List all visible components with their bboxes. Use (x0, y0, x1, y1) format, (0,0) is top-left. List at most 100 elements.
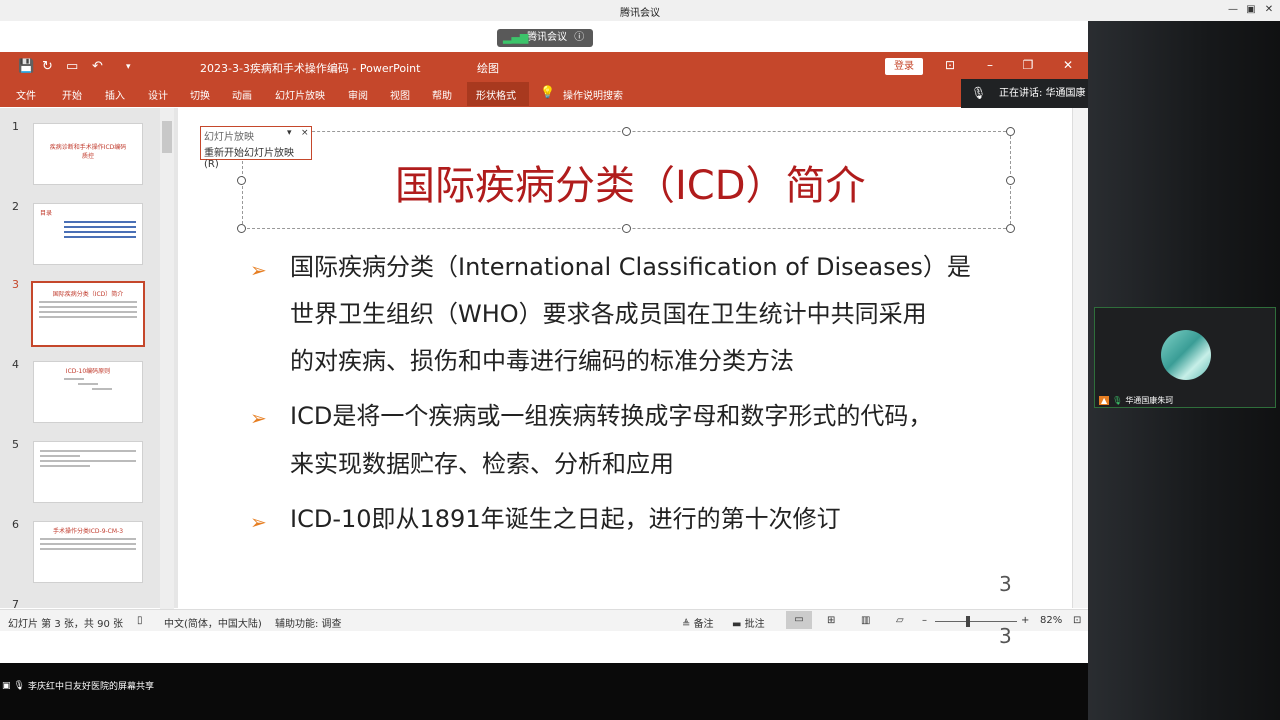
microphone-icon: 🎙 (971, 86, 987, 100)
notes-button[interactable]: ≜ 备注 (682, 615, 714, 630)
resize-handle[interactable] (237, 176, 246, 185)
thumbnail-scrollbar[interactable] (160, 108, 174, 610)
zoom-slider-knob[interactable] (966, 616, 970, 627)
resize-handle[interactable] (1006, 176, 1015, 185)
ribbon-display-icon[interactable]: ⊡ (942, 58, 958, 72)
language-indicator[interactable]: 中文(简体，中国大陆) (164, 615, 262, 630)
thumbnail-scroll-thumb[interactable] (162, 121, 172, 153)
tell-me-search[interactable]: 操作说明搜索 (563, 87, 623, 102)
mic-icon: 🎙 (13, 680, 25, 691)
avatar (1161, 330, 1211, 380)
speaking-label: 正在讲话: 华通国康 (999, 88, 1086, 99)
zoom-level[interactable]: 82% (1040, 615, 1062, 626)
tab-slideshow[interactable]: 幻灯片放映 (275, 87, 325, 102)
thumb-title: ICD-10编码原则 (65, 368, 111, 375)
thumb-number: 2 (12, 200, 19, 213)
thumb-number: 1 (12, 120, 19, 133)
status-bar: 幻灯片 第 3 张，共 90 张 ▯ 中文(简体，中国大陆) 辅助功能: 调查 … (0, 609, 1088, 631)
signal-icon: ▂▄▆ (503, 31, 529, 44)
popup-dropdown-icon[interactable]: ▾ (287, 128, 292, 138)
close-button[interactable]: ✕ (1262, 3, 1276, 17)
ppt-close-icon[interactable]: ✕ (1060, 58, 1076, 72)
thumb-title: 疾病诊断和手术操作ICD编码质控 (49, 144, 127, 160)
presenter-icon: ▣ (2, 680, 11, 691)
tab-file[interactable]: 文件 (16, 87, 36, 102)
tab-insert[interactable]: 插入 (105, 87, 125, 102)
slide-page-number: 3 (999, 572, 1012, 596)
tab-animations[interactable]: 动画 (232, 87, 252, 102)
tab-design[interactable]: 设计 (148, 87, 168, 102)
tab-transitions[interactable]: 切换 (190, 87, 210, 102)
participant-name: 华通国康朱珂 (1125, 396, 1174, 405)
tab-view[interactable]: 视图 (390, 87, 410, 102)
tencent-toolbar-label: 腾讯会议 (527, 32, 567, 43)
info-icon[interactable]: ⓘ (574, 32, 584, 43)
slide-thumbnail-2[interactable]: 目录 (33, 203, 143, 265)
meeting-bottom-bar (0, 663, 1088, 720)
tab-home[interactable]: 开始 (62, 87, 82, 102)
resize-handle[interactable] (622, 224, 631, 233)
zoom-in-icon[interactable]: + (1021, 615, 1029, 626)
redo-icon[interactable]: ↻ (42, 59, 53, 74)
spellcheck-icon[interactable]: ▯ (137, 615, 143, 626)
zoom-out-icon[interactable]: – (922, 615, 927, 626)
slide-counter: 幻灯片 第 3 张，共 90 张 (8, 619, 123, 630)
slide-title[interactable]: 国际疾病分类（ICD）简介 (395, 153, 866, 211)
slideshow-popup: 幻灯片放映 ▾ × 重新开始幻灯片放映(R) (200, 126, 312, 170)
slideshow-view-icon[interactable]: ▱ (896, 615, 904, 626)
accessibility-status[interactable]: 辅助功能: 调查 (275, 615, 342, 630)
bullet-2-line-1: ICD是将一个疾病或一组疾病转换成字母和数字形式的代码， (290, 402, 933, 430)
tab-review[interactable]: 审阅 (348, 87, 368, 102)
meeting-title: 腾讯会议 (620, 8, 660, 19)
customize-qat-icon[interactable]: ▾ (126, 62, 131, 72)
fit-slide-icon[interactable]: ⊡ (1073, 615, 1081, 626)
slide-thumbnail-1[interactable]: 疾病诊断和手术操作ICD编码质控 (33, 123, 143, 185)
slide-thumbnail-4[interactable]: ICD-10编码原则 (33, 361, 143, 423)
screen-share-label: 李庆红中日友好医院的屏幕共享 (27, 682, 154, 692)
slide-thumbnail-6[interactable]: 手术操作分类ICD-9-CM-3 (33, 521, 143, 583)
slideshow-icon[interactable]: ▭ (66, 59, 78, 74)
tab-help[interactable]: 帮助 (432, 87, 452, 102)
restore-button[interactable]: ▣ (1244, 3, 1258, 17)
speaking-indicator: 🎙 正在讲话: 华通国康 (961, 79, 1088, 108)
participant-video-tile[interactable]: ▲ 🎙 华通国康朱珂 (1094, 307, 1276, 408)
slide-thumbnail-3[interactable]: 国际疾病分类（ICD）简介 (31, 281, 145, 347)
drawing-tools-label: 绘图 (477, 62, 499, 75)
mic-icon: 🎙 (1112, 396, 1123, 405)
thumb-number: 6 (12, 518, 19, 531)
thumb-title: 手术操作分类ICD-9-CM-3 (52, 528, 124, 535)
user-icon: ▲ (1099, 396, 1110, 405)
slide-thumbnail-5[interactable] (33, 441, 143, 503)
login-button[interactable]: 登录 (885, 58, 923, 75)
bullet-2-line-2: 来实现数据贮存、检索、分析和应用 (290, 450, 674, 478)
ppt-titlebar: 💾 ↻ ▭ ↶ ▾ 2023-3-3疾病和手术操作编码 - PowerPoint… (0, 52, 1088, 84)
resize-handle[interactable] (1006, 127, 1015, 136)
thumb-number: 3 (12, 278, 19, 291)
slide-scrollbar[interactable] (1072, 108, 1088, 608)
save-icon[interactable]: 💾 (18, 59, 34, 74)
bullet-1-line-2: 世界卫生组织（WHO）要求各成员国在卫生统计中共同采用 (290, 300, 927, 328)
minimize-button[interactable]: — (1226, 3, 1240, 17)
restart-slideshow-item[interactable]: 重新开始幻灯片放映(R) (201, 144, 311, 170)
popup-close-icon[interactable]: × (301, 128, 309, 138)
ppt-restore-icon[interactable]: ❐ (1020, 58, 1036, 72)
comments-button[interactable]: ▬ 批注 (732, 615, 765, 630)
thumb-number: 4 (12, 358, 19, 371)
reading-view-icon[interactable]: ▥ (861, 615, 870, 626)
thumb-title: 目录 (40, 210, 53, 217)
ppt-minimize-icon[interactable]: – (982, 58, 998, 72)
bullet-1-line-1: 国际疾病分类（International Classification of D… (290, 253, 971, 281)
bullet-1-line-3: 的对疾病、损伤和中毒进行编码的标准分类方法 (290, 347, 794, 375)
normal-view-icon[interactable]: ▭ (786, 611, 812, 629)
resize-handle[interactable] (237, 224, 246, 233)
bullet-arrow-icon: ➢ (250, 510, 267, 534)
tab-shape-format[interactable]: 形状格式 (476, 87, 516, 102)
resize-handle[interactable] (622, 127, 631, 136)
sorter-view-icon[interactable]: ⊞ (827, 615, 835, 626)
undo-icon[interactable]: ↶ (92, 59, 103, 74)
screen-share-tag: ▣ 🎙 李庆红中日友好医院的屏幕共享 (2, 679, 154, 693)
tencent-meeting-toolbar[interactable]: ▂▄▆ 腾讯会议 ⓘ (497, 29, 593, 47)
zoom-slider[interactable] (935, 621, 1017, 622)
resize-handle[interactable] (1006, 224, 1015, 233)
notes-label: 备注 (693, 619, 714, 630)
